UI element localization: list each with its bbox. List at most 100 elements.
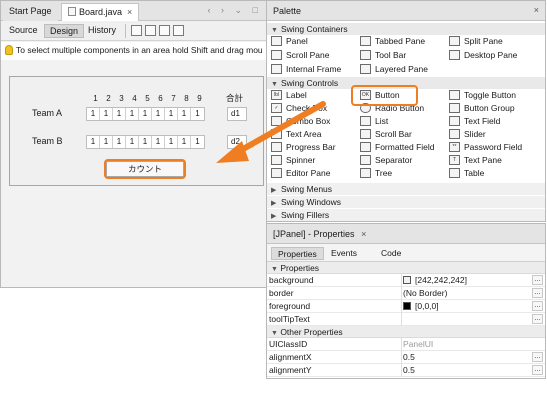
- score-field[interactable]: 1: [191, 136, 204, 148]
- palette-item-toggle-button[interactable]: Toggle Button: [449, 89, 516, 102]
- palette-item-text: Text Area: [286, 129, 322, 139]
- property-row-tooltiptext[interactable]: toolTipText …: [267, 313, 545, 326]
- property-row-alignmentx[interactable]: alignmentX 0.5 …: [267, 351, 545, 364]
- palette-close-icon[interactable]: ×: [534, 5, 539, 15]
- score-field[interactable]: 1: [100, 108, 113, 120]
- tab-code[interactable]: Code: [375, 247, 407, 260]
- property-value-text: [0,0,0]: [415, 301, 439, 311]
- palette-item-label: Scroll Pane: [286, 50, 330, 60]
- edit-ellipsis-button[interactable]: …: [532, 288, 543, 298]
- edit-ellipsis-button[interactable]: …: [532, 301, 543, 311]
- palette-item-layered-pane[interactable]: Layered Pane: [360, 63, 428, 76]
- palette-item-scroll-bar[interactable]: Scroll Bar: [360, 128, 412, 141]
- other-properties-section[interactable]: ▼ Other Properties: [267, 326, 545, 338]
- palette-item-password-field[interactable]: ** Password Field: [449, 141, 522, 154]
- property-value: (No Border): [403, 288, 448, 298]
- score-field[interactable]: 1: [178, 136, 191, 148]
- score-field[interactable]: 1: [152, 136, 165, 148]
- score-field[interactable]: 1: [126, 108, 139, 120]
- property-row-uiclassid[interactable]: UIClassID PanelUI: [267, 338, 545, 351]
- section-swing-menus[interactable]: ▶ Swing Menus: [267, 183, 545, 195]
- palette-item-formatted-field[interactable]: Formatted Field: [360, 141, 435, 154]
- properties-section[interactable]: ▼ Properties: [267, 262, 545, 274]
- palette-item-panel[interactable]: Panel: [271, 35, 308, 48]
- section-swing-windows[interactable]: ▶ Swing Windows: [267, 196, 545, 208]
- palette-item-editor-pane[interactable]: Editor Pane: [271, 167, 330, 180]
- properties-header: [JPanel] - Properties ×: [267, 224, 545, 244]
- close-icon[interactable]: ×: [361, 229, 366, 239]
- palette-item-list[interactable]: List: [360, 115, 388, 128]
- palette-item-separator[interactable]: Separator: [360, 154, 412, 167]
- tab-properties[interactable]: Properties: [271, 247, 324, 260]
- property-name: border: [269, 288, 294, 298]
- design-form-panel[interactable]: 1 2 3 4 5 6 7 8 9 合計 Team A 1 1 1 1 1 1 …: [9, 76, 264, 186]
- count-button-highlight: [104, 159, 186, 179]
- property-name: background: [269, 275, 314, 285]
- palette-item-button-group[interactable]: Button Group: [449, 102, 515, 115]
- palette-item-text-field[interactable]: Text Field: [449, 115, 500, 128]
- palette-item-scroll-pane[interactable]: Scroll Pane: [271, 49, 329, 62]
- score-field[interactable]: 1: [165, 108, 178, 120]
- preview-design-icon[interactable]: [159, 25, 170, 36]
- palette-item-spinner[interactable]: Spinner: [271, 154, 315, 167]
- team-a-total-field[interactable]: d1: [227, 107, 247, 121]
- property-row-alignmenty[interactable]: alignmentY 0.5 …: [267, 364, 545, 377]
- edit-ellipsis-button[interactable]: …: [532, 365, 543, 375]
- section-swing-containers[interactable]: ▼ Swing Containers: [267, 23, 545, 35]
- property-row-border[interactable]: border (No Border) …: [267, 287, 545, 300]
- background-color-swatch: [403, 276, 411, 284]
- palette-item-text-area[interactable]: Text Area: [271, 128, 321, 141]
- property-row-background[interactable]: background [242,242,242] …: [267, 274, 545, 287]
- tab-navigation-arrows[interactable]: ‹ › ⌄ □: [208, 5, 262, 16]
- palette-item-check-box[interactable]: ✓ Check Box: [271, 102, 327, 115]
- history-button[interactable]: History: [83, 24, 121, 38]
- collapse-triangle-icon: ▼: [271, 266, 278, 273]
- edit-ellipsis-button[interactable]: …: [532, 352, 543, 362]
- tab-events[interactable]: Events: [325, 247, 363, 260]
- score-field[interactable]: 1: [139, 108, 152, 120]
- score-field[interactable]: 1: [100, 136, 113, 148]
- source-button[interactable]: Source: [4, 24, 43, 38]
- palette-item-internal-frame[interactable]: Internal Frame: [271, 63, 341, 76]
- section-swing-fillers[interactable]: ▶ Swing Fillers: [267, 209, 545, 221]
- palette-item-text: List: [375, 116, 389, 126]
- palette-item-desktop-pane[interactable]: Desktop Pane: [449, 49, 517, 62]
- selection-mode-icon[interactable]: [131, 25, 142, 36]
- team-b-total-field[interactable]: d2: [227, 135, 247, 149]
- close-icon[interactable]: ×: [127, 7, 132, 17]
- palette-item-table[interactable]: Table: [449, 167, 484, 180]
- score-field[interactable]: 1: [165, 136, 178, 148]
- palette-item-slider[interactable]: Slider: [449, 128, 486, 141]
- column-number: 2: [106, 94, 111, 103]
- score-field[interactable]: 1: [152, 108, 165, 120]
- tab-start-page[interactable]: Start Page: [3, 3, 58, 21]
- section-label: Swing Containers: [281, 24, 348, 34]
- connection-mode-icon[interactable]: [145, 25, 156, 36]
- score-field[interactable]: 1: [191, 108, 204, 120]
- edit-ellipsis-button[interactable]: …: [532, 275, 543, 285]
- palette-item-label: Tabbed Pane: [375, 36, 426, 46]
- score-field[interactable]: 1: [139, 136, 152, 148]
- edit-ellipsis-button[interactable]: …: [532, 314, 543, 324]
- design-button[interactable]: Design: [44, 24, 85, 38]
- list-icon: [360, 116, 371, 126]
- score-field[interactable]: 1: [113, 136, 126, 148]
- property-row-foreground[interactable]: foreground [0,0,0] …: [267, 300, 545, 313]
- palette-item-tabbed-pane[interactable]: Tabbed Pane: [360, 35, 425, 48]
- palette-item-text-pane[interactable]: T Text Pane: [449, 154, 502, 167]
- score-field[interactable]: 1: [87, 108, 100, 120]
- palette-item-split-pane[interactable]: Split Pane: [449, 35, 503, 48]
- palette-item-progress-bar[interactable]: Progress Bar: [271, 141, 336, 154]
- palette-item-label[interactable]: lbl Label: [271, 89, 307, 102]
- score-field[interactable]: 1: [113, 108, 126, 120]
- align-icon[interactable]: [173, 25, 184, 36]
- palette-item-combo-box[interactable]: Combo Box: [271, 115, 330, 128]
- palette-item-tool-bar[interactable]: Tool Bar: [360, 49, 406, 62]
- score-field[interactable]: 1: [126, 136, 139, 148]
- palette-item-tree[interactable]: Tree: [360, 167, 392, 180]
- score-field[interactable]: 1: [87, 136, 100, 148]
- tab-board-java[interactable]: Board.java ×: [61, 3, 140, 21]
- column-number: 5: [145, 94, 150, 103]
- team-b-label: Team B: [32, 136, 63, 146]
- score-field[interactable]: 1: [178, 108, 191, 120]
